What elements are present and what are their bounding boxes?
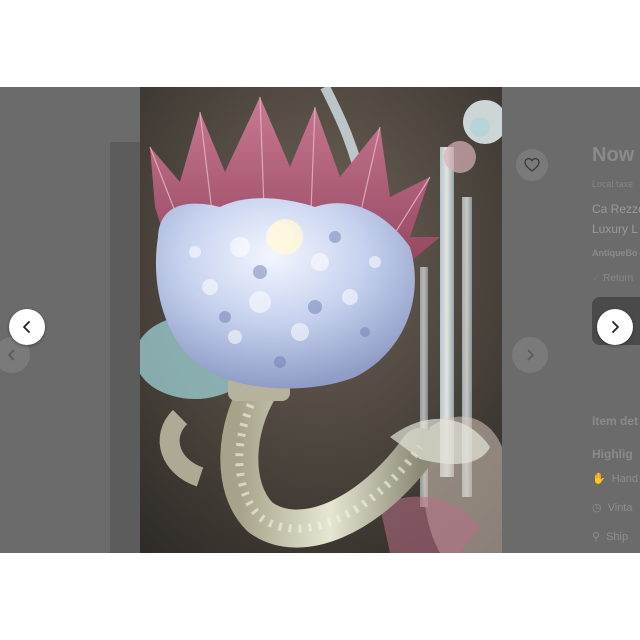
highlight-item: ✋ Hand bbox=[592, 472, 638, 486]
highlight-label: Vinta bbox=[607, 501, 633, 514]
listing-name-line-2: Luxury L bbox=[592, 222, 639, 236]
chevron-right-icon bbox=[612, 321, 619, 333]
favorite-button bbox=[516, 149, 548, 181]
check-icon: ✓ bbox=[592, 273, 604, 284]
heart-icon bbox=[524, 157, 540, 172]
highlight-item: ⚲ Ship bbox=[592, 530, 629, 544]
hand-icon: ✋ bbox=[592, 473, 606, 485]
item-details-heading: Item det bbox=[592, 414, 639, 428]
listing-name-line-1: Ca Rezzo bbox=[592, 202, 640, 216]
highlights-heading: Highlig bbox=[592, 447, 633, 461]
clock-icon: ◷ bbox=[592, 502, 602, 514]
chevron-left-icon bbox=[7, 349, 15, 361]
image-viewer-overlay: Now Local taxe Ca Rezzo Luxury L Antique… bbox=[0, 87, 640, 553]
product-photo bbox=[140, 87, 502, 553]
location-pin-icon: ⚲ bbox=[592, 531, 601, 543]
returns-label: Return bbox=[603, 273, 634, 284]
next-image-button[interactable] bbox=[597, 309, 633, 345]
seller-name: AntiqueBo bbox=[592, 248, 638, 258]
listing-title: Now bbox=[592, 144, 635, 166]
listing-tax-note: Local taxe bbox=[592, 179, 634, 189]
highlight-item: ◷ Vinta bbox=[592, 501, 633, 515]
highlight-label: Hand bbox=[611, 472, 638, 485]
chevron-left-icon bbox=[23, 321, 30, 333]
background-next-button bbox=[512, 337, 548, 373]
chevron-right-icon bbox=[527, 349, 535, 361]
returns-note: ✓ Return bbox=[592, 273, 633, 284]
highlight-label: Ship bbox=[606, 530, 629, 543]
previous-image-button[interactable] bbox=[9, 309, 45, 345]
chandelier-photo-illustration bbox=[140, 87, 502, 553]
